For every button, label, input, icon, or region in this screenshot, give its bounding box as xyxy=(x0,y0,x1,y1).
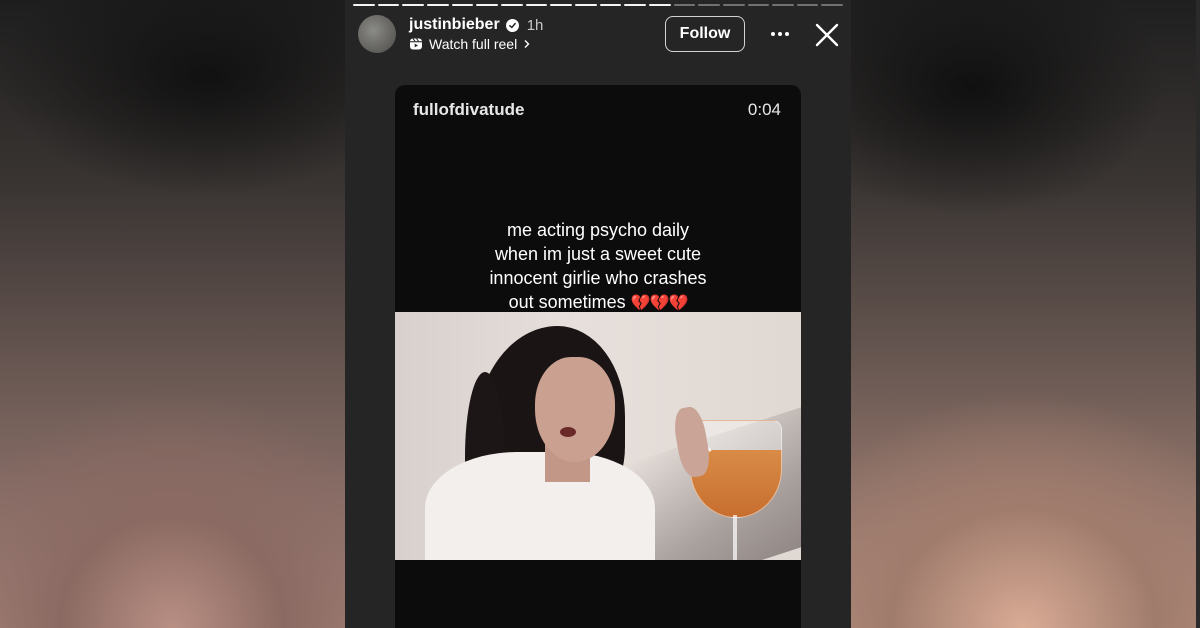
progress-segment xyxy=(624,4,646,6)
caption-line: me acting psycho daily xyxy=(506,220,690,240)
close-icon[interactable] xyxy=(814,22,840,48)
username[interactable]: justinbieber xyxy=(409,16,500,34)
video-person-mouth xyxy=(560,427,576,437)
caption-line: when im just a sweet cute xyxy=(494,244,702,264)
progress-segment xyxy=(525,4,548,6)
progress-segment xyxy=(550,4,572,6)
progress-segment xyxy=(451,4,474,6)
reel-caption: me acting psycho daily when im just a sw… xyxy=(435,218,761,316)
story-progress-bar xyxy=(353,4,844,7)
progress-segment xyxy=(796,4,819,6)
progress-segment xyxy=(698,4,720,6)
user-line: justinbieber 1h xyxy=(409,15,543,35)
chevron-right-icon xyxy=(523,39,531,49)
caption-line: innocent girlie who crashes xyxy=(489,268,707,288)
progress-segment xyxy=(599,4,622,6)
wine-glass-stem xyxy=(733,515,737,560)
progress-segment xyxy=(821,4,844,6)
video-person-shirt xyxy=(425,452,655,560)
progress-segment xyxy=(377,4,400,6)
shared-reel-card[interactable]: fullofdivatude 0:04 me acting psycho dai… xyxy=(395,85,801,628)
progress-segment xyxy=(476,4,498,6)
video-person-face xyxy=(535,357,615,462)
reels-icon xyxy=(409,37,423,51)
story-header: justinbieber 1h Watch full reel Follow xyxy=(345,10,851,60)
progress-segment xyxy=(500,4,523,6)
broken-heart-emoji: 💔💔💔 xyxy=(630,295,689,312)
progress-segment xyxy=(574,4,597,6)
blurred-backdrop-right xyxy=(851,0,1196,628)
progress-segment xyxy=(722,4,745,6)
watch-full-reel-link[interactable]: Watch full reel xyxy=(409,35,531,53)
progress-segment xyxy=(648,4,671,6)
dot xyxy=(785,32,789,36)
progress-segment xyxy=(747,4,770,6)
time-ago: 1h xyxy=(526,16,544,34)
blurred-backdrop-left xyxy=(0,0,345,628)
progress-segment xyxy=(673,4,696,6)
progress-segment xyxy=(426,4,449,6)
reel-video-frame[interactable] xyxy=(395,312,801,560)
verified-badge-icon xyxy=(505,18,519,32)
more-options-icon[interactable] xyxy=(765,22,795,46)
progress-segment xyxy=(772,4,794,6)
reel-source-username[interactable]: fullofdivatude xyxy=(413,100,524,120)
reel-duration: 0:04 xyxy=(747,100,781,119)
caption-line-text: out sometimes xyxy=(508,292,626,312)
dot xyxy=(771,32,775,36)
follow-button[interactable]: Follow xyxy=(665,16,745,52)
watch-full-reel-label: Watch full reel xyxy=(429,36,518,52)
progress-segment xyxy=(353,4,375,6)
avatar[interactable] xyxy=(358,15,396,53)
progress-segment xyxy=(402,4,424,6)
dot xyxy=(778,32,782,36)
story-viewer[interactable]: justinbieber 1h Watch full reel Follow f… xyxy=(345,0,851,628)
